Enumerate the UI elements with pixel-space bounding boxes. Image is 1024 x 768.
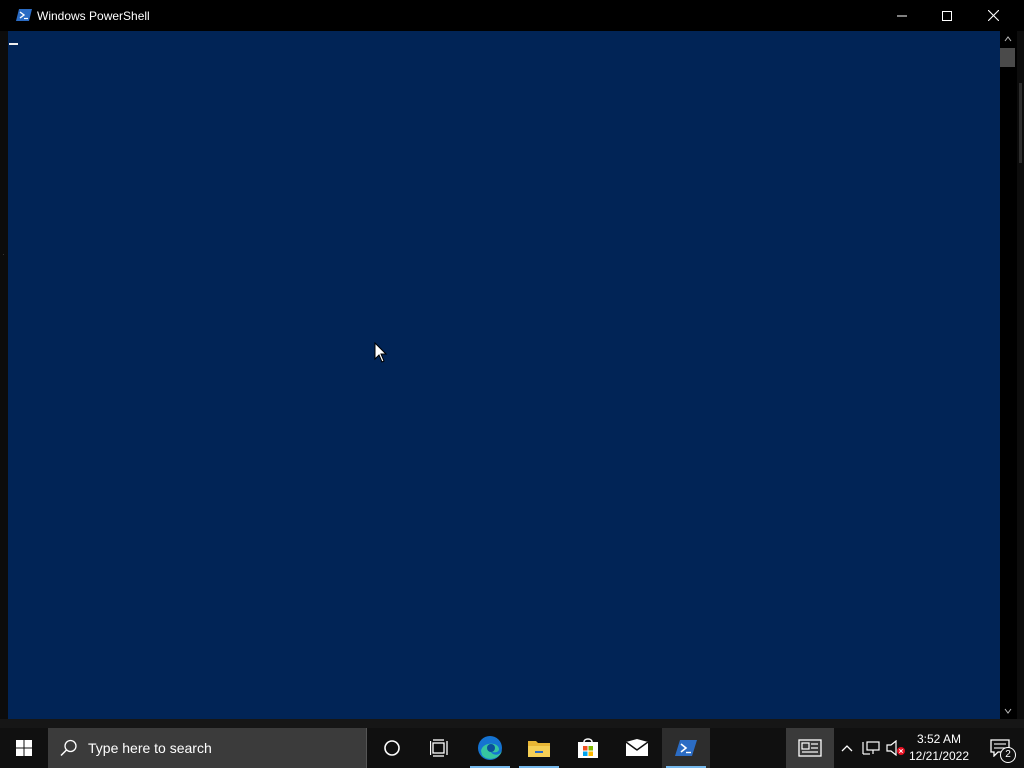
text-cursor	[9, 43, 18, 45]
volume-muted-icon	[886, 740, 905, 756]
clock[interactable]: 3:52 AM 12/21/2022	[906, 728, 972, 768]
maximize-button[interactable]	[924, 0, 970, 31]
window-right-edge	[1017, 31, 1024, 720]
powershell-icon	[675, 740, 697, 756]
start-button[interactable]	[0, 728, 48, 768]
show-hidden-icons-button[interactable]	[837, 728, 857, 768]
edge-icon	[478, 736, 502, 760]
file-explorer-icon	[528, 741, 550, 757]
store-taskbar-button[interactable]	[564, 728, 612, 768]
console-area[interactable]	[8, 31, 1000, 719]
maximize-icon	[942, 10, 952, 21]
chevron-up-icon	[841, 745, 853, 752]
task-view-icon	[430, 739, 448, 757]
edge-taskbar-button[interactable]	[466, 728, 514, 768]
scroll-down-arrow-icon[interactable]	[1004, 707, 1012, 715]
scrollbar-thumb[interactable]	[1000, 48, 1015, 67]
file-explorer-taskbar-button[interactable]	[515, 728, 563, 768]
window-bottom-edge	[0, 719, 1024, 728]
windows-logo-icon	[16, 740, 32, 756]
taskbar: Type here to search 3:52 AM 12/21/2022 2	[0, 728, 1024, 768]
store-icon	[578, 738, 598, 758]
clock-time: 3:52 AM	[916, 732, 962, 746]
window-title: Windows PowerShell	[37, 9, 150, 23]
news-icon	[798, 739, 822, 757]
minimize-button[interactable]	[879, 0, 925, 31]
action-center-button[interactable]: 2	[976, 728, 1024, 768]
powershell-taskbar-button[interactable]	[662, 728, 710, 768]
task-view-button[interactable]	[416, 728, 464, 768]
search-input[interactable]: Type here to search	[48, 728, 367, 768]
clock-date: 12/21/2022	[908, 749, 970, 763]
search-placeholder: Type here to search	[88, 740, 212, 756]
search-icon	[60, 739, 77, 757]
window-left-edge	[0, 31, 8, 720]
network-button[interactable]	[860, 728, 882, 768]
mail-taskbar-button[interactable]	[613, 728, 661, 768]
powershell-app-icon	[16, 9, 32, 21]
notification-count-badge: 2	[1000, 747, 1016, 763]
powershell-window: Windows PowerShell	[0, 0, 1024, 720]
mail-icon	[625, 739, 649, 756]
scroll-up-arrow-icon[interactable]	[1004, 35, 1012, 43]
network-icon	[862, 741, 880, 755]
volume-button[interactable]	[884, 728, 908, 768]
close-button[interactable]	[970, 0, 1016, 31]
minimize-icon	[897, 15, 907, 16]
title-bar[interactable]: Windows PowerShell	[0, 0, 1024, 31]
news-and-interests-button[interactable]	[786, 728, 834, 768]
cortana-icon	[384, 740, 400, 756]
vertical-scrollbar[interactable]	[1000, 31, 1017, 720]
cortana-button[interactable]	[368, 728, 416, 768]
mouse-pointer-icon	[374, 342, 388, 363]
close-icon	[987, 10, 999, 21]
